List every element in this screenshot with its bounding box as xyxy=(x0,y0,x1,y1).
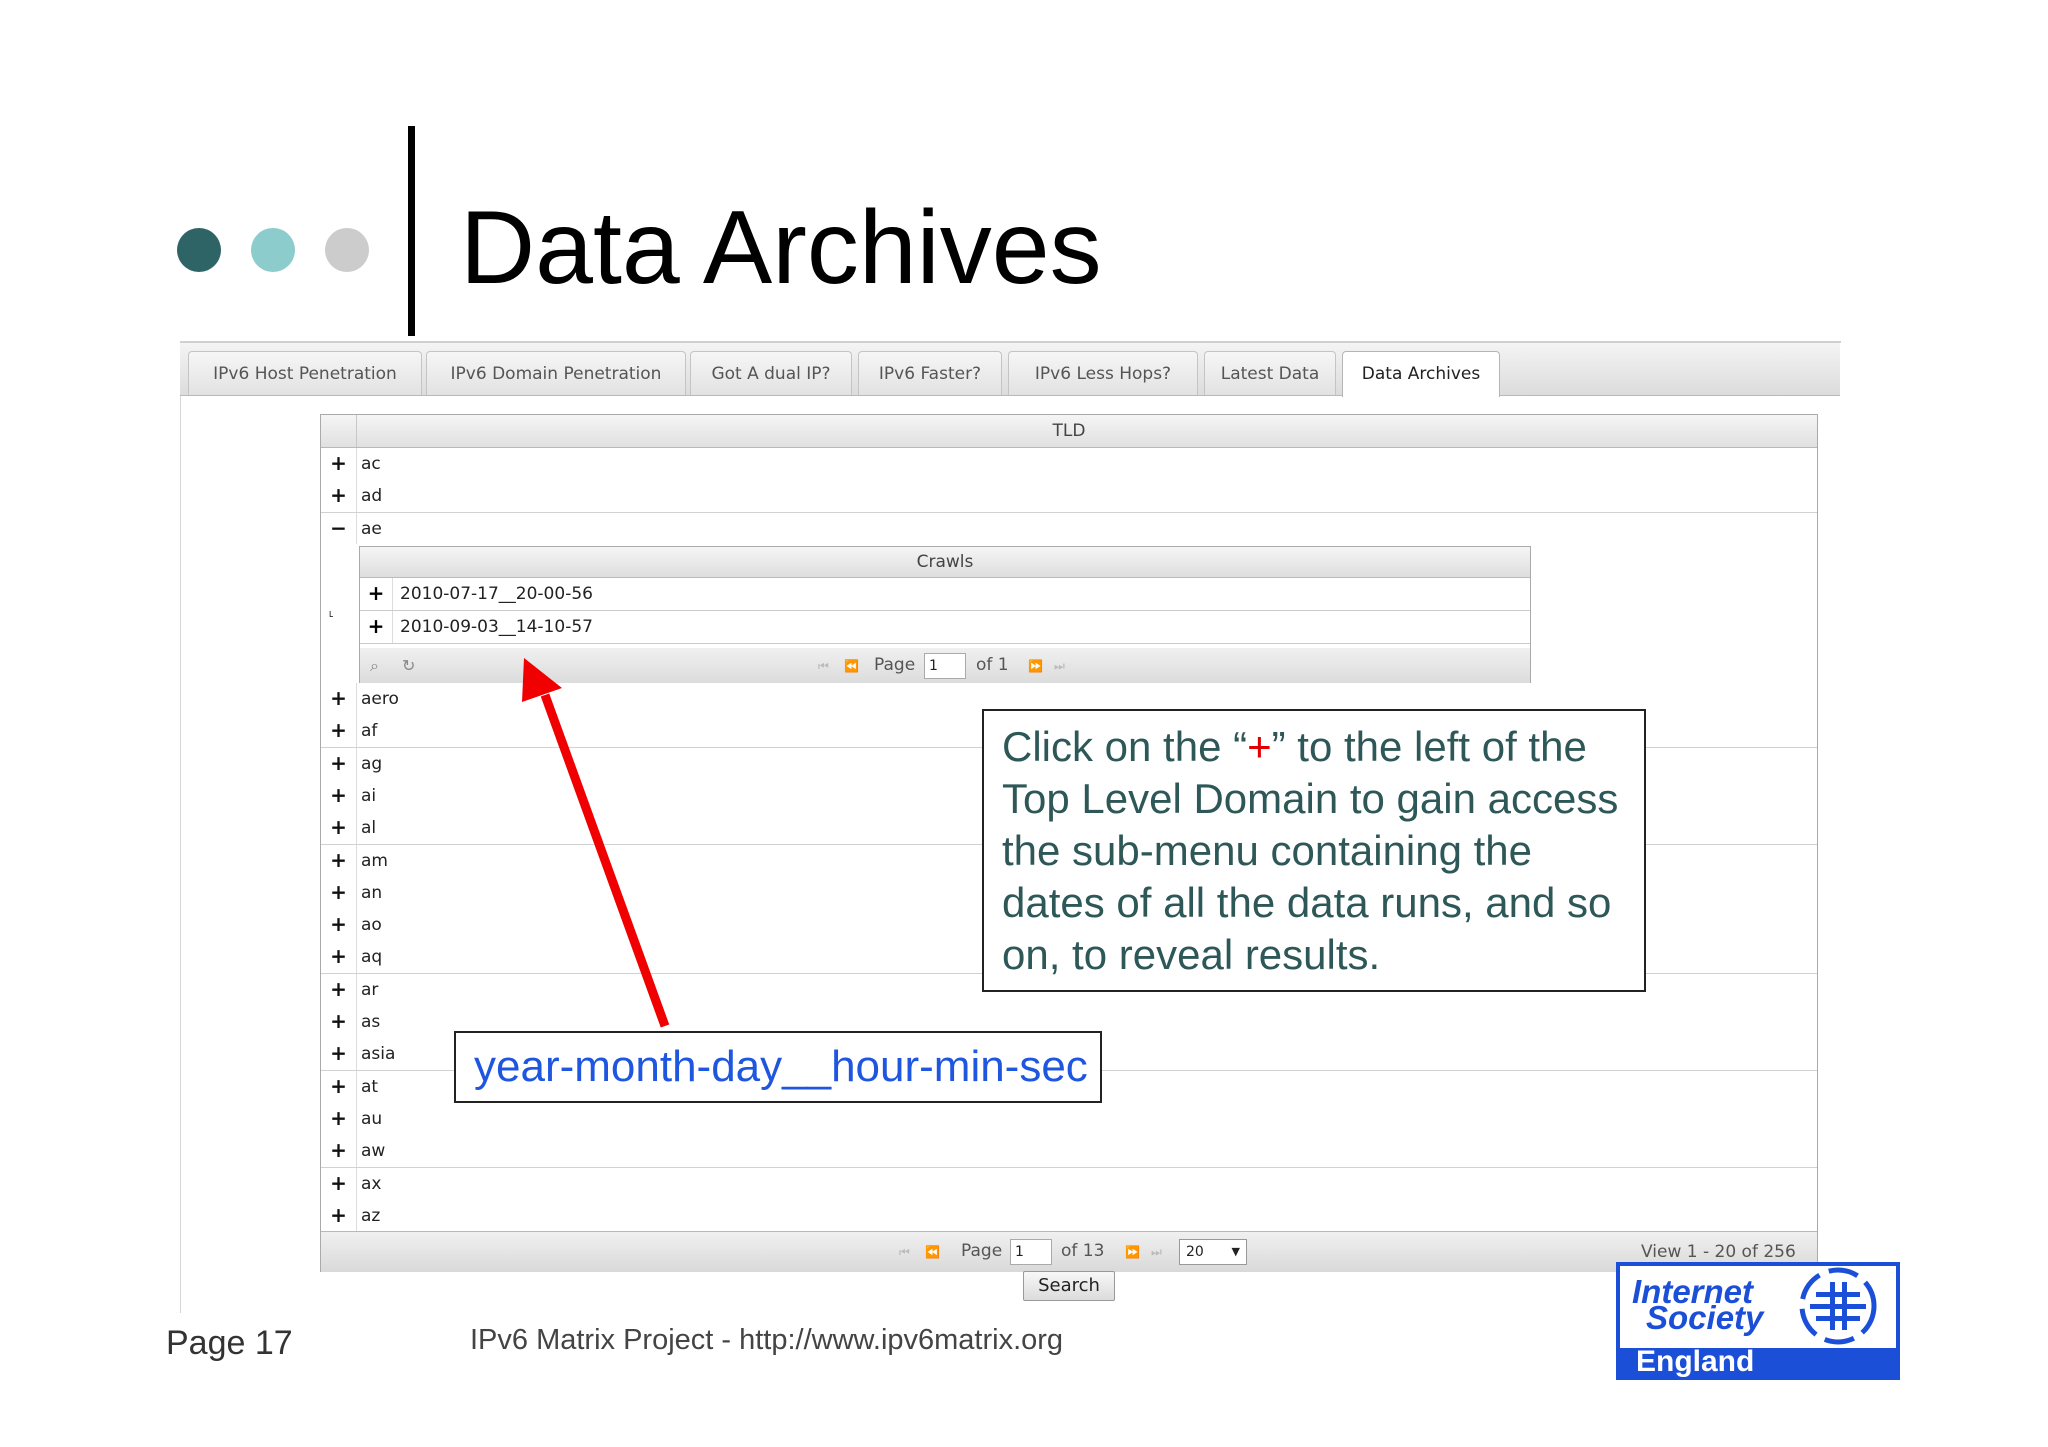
page-number: Page 17 xyxy=(166,1324,293,1362)
logo-line2: Society xyxy=(1646,1299,1764,1336)
plus-glyph: + xyxy=(1247,723,1272,770)
footer-text: IPv6 Matrix Project - http://www.ipv6mat… xyxy=(470,1324,1064,1356)
logo-globe-icon xyxy=(1799,1267,1877,1345)
internet-society-logo: Internet Society England xyxy=(1616,1262,1900,1380)
arrow-head xyxy=(522,658,562,702)
date-format-callout: year-month-day__hour-min-sec xyxy=(454,1031,1102,1103)
arrow-shaft xyxy=(540,693,670,1028)
instruction-callout: Click on the “+” to the left of the Top … xyxy=(982,709,1646,992)
logo-line3: England xyxy=(1636,1345,1755,1378)
